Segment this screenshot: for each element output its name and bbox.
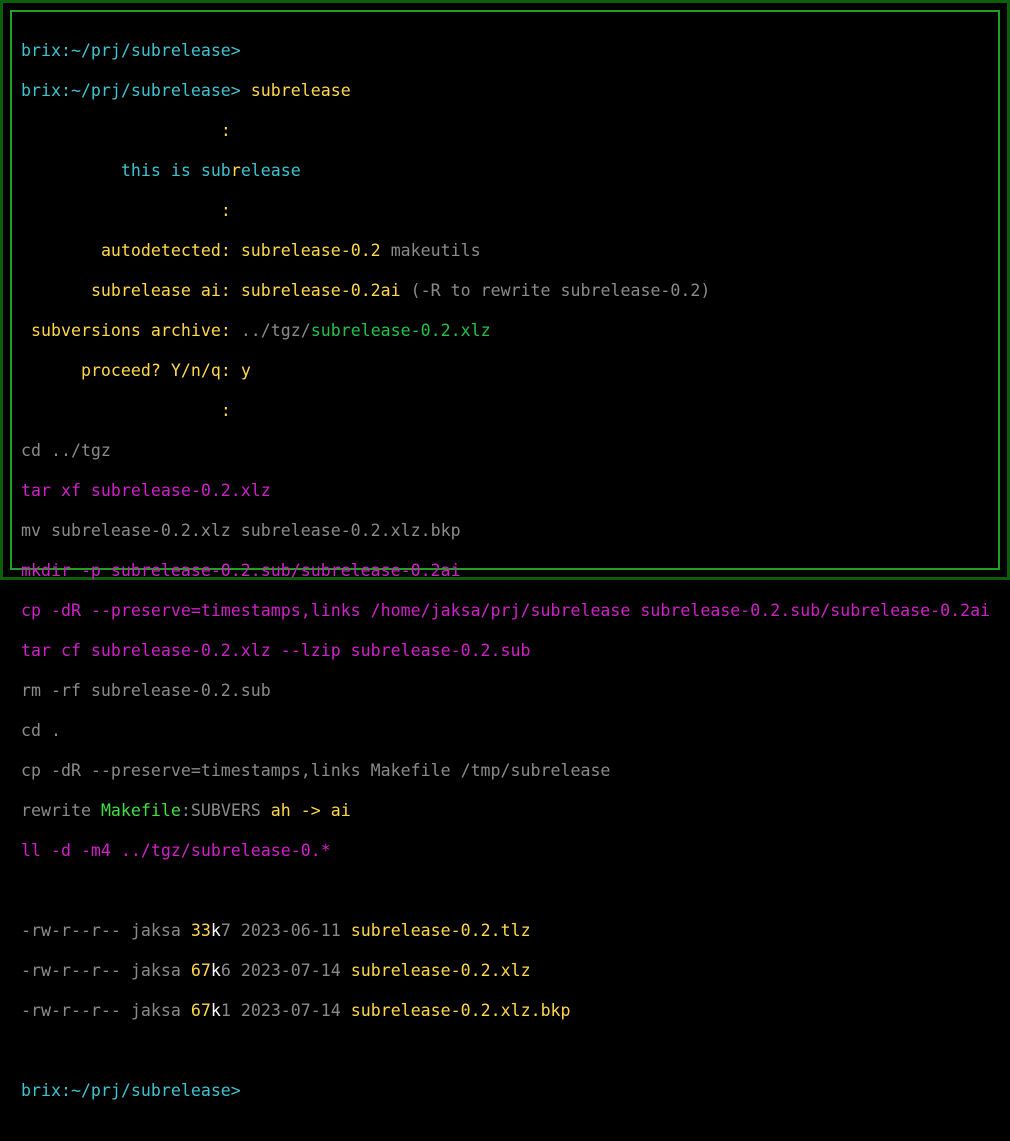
log-line-ll: ll -d -m4 ../tgz/subrelease-0.* bbox=[21, 841, 331, 860]
log-line-cp: cp -dR --preserve=timestamps,links /home… bbox=[21, 601, 991, 620]
proceed-line: proceed? Y/n/q: y bbox=[21, 361, 990, 381]
file-name: subrelease-0.2.xlz.bkp bbox=[350, 1001, 571, 1020]
rewrite-file: Makefile bbox=[100, 801, 181, 820]
autodetected-extra: makeutils bbox=[390, 241, 481, 260]
terminal-output[interactable]: brix:~/prj/subrelease> brix:~/prj/subrel… bbox=[21, 21, 990, 1141]
listing-row: -rw-r--r-- jaksa 67k1 2023-07-14 subrele… bbox=[21, 1001, 571, 1020]
prompt-line-2: brix:~/prj/subrelease> subrelease bbox=[21, 81, 990, 101]
separator-colon: : bbox=[220, 401, 231, 420]
log-line-mkdir: mkdir -p subrelease-0.2.sub/subrelease-0… bbox=[21, 561, 461, 580]
log-line-cp-makefile: cp -dR --preserve=timestamps,links Makef… bbox=[21, 761, 611, 780]
archive-line: subversions archive: ../tgz/subrelease-0… bbox=[21, 321, 990, 341]
proceed-answer: y bbox=[240, 361, 251, 380]
archive-dir: ../tgz/ bbox=[240, 321, 311, 340]
prompt: brix:~/prj/subrelease> bbox=[21, 1081, 241, 1100]
banner-pre: this is sub bbox=[120, 161, 231, 180]
autodetected-label: autodetected: bbox=[100, 241, 231, 260]
ai-note: (-R to rewrite subrelease-0.2) bbox=[410, 281, 711, 300]
prompt-line-final: brix:~/prj/subrelease> bbox=[21, 1081, 990, 1101]
prompt: brix:~/prj/subrelease> bbox=[21, 81, 241, 100]
log-line-tar-cf: tar cf subrelease-0.2.xlz --lzip subrele… bbox=[21, 641, 531, 660]
separator-colon: : bbox=[21, 121, 990, 141]
command-text: subrelease bbox=[250, 81, 351, 100]
log-line-mv: mv subrelease-0.2.xlz subrelease-0.2.xlz… bbox=[21, 521, 461, 540]
ai-line: subrelease ai: subrelease-0.2ai (-R to r… bbox=[21, 281, 990, 301]
banner-post: elease bbox=[240, 161, 301, 180]
ai-value: subrelease-0.2ai bbox=[240, 281, 401, 300]
file-name: subrelease-0.2.tlz bbox=[350, 921, 531, 940]
log-line-cd-dot: cd . bbox=[21, 721, 61, 740]
prompt-line-1: brix:~/prj/subrelease> bbox=[21, 41, 990, 61]
log-line-cd: cd ../tgz bbox=[21, 441, 111, 460]
prompt: brix:~/prj/subrelease> bbox=[21, 41, 241, 60]
rewrite-var: :SUBVERS bbox=[180, 801, 271, 820]
colon: : bbox=[220, 121, 231, 140]
archive-file: subrelease-0.2.xlz bbox=[310, 321, 491, 340]
separator-colon: : bbox=[220, 201, 231, 220]
autodetected-value: subrelease-0.2 bbox=[240, 241, 381, 260]
banner-line: this is subrelease bbox=[21, 161, 990, 181]
banner-mid: r bbox=[230, 161, 241, 180]
autodetected-line: autodetected: subrelease-0.2 makeutils bbox=[21, 241, 990, 261]
proceed-label: proceed? Y/n/q: bbox=[80, 361, 231, 380]
listing-row: -rw-r--r-- jaksa 67k6 2023-07-14 subrele… bbox=[21, 961, 531, 980]
file-name: subrelease-0.2.xlz bbox=[350, 961, 531, 980]
rewrite-from: ah -> ai bbox=[270, 801, 351, 820]
archive-label: subversions archive: bbox=[31, 321, 231, 340]
listing-row: -rw-r--r-- jaksa 33k7 2023-06-11 subrele… bbox=[21, 921, 531, 940]
terminal-window: brix:~/prj/subrelease> brix:~/prj/subrel… bbox=[0, 0, 1010, 1100]
ai-label: subrelease ai: bbox=[90, 281, 231, 300]
log-line-rm: rm -rf subrelease-0.2.sub bbox=[21, 681, 271, 700]
log-line-tar-xf: tar xf subrelease-0.2.xlz bbox=[21, 481, 271, 500]
log-line-rewrite: rewrite Makefile:SUBVERS ah -> ai bbox=[21, 801, 351, 820]
